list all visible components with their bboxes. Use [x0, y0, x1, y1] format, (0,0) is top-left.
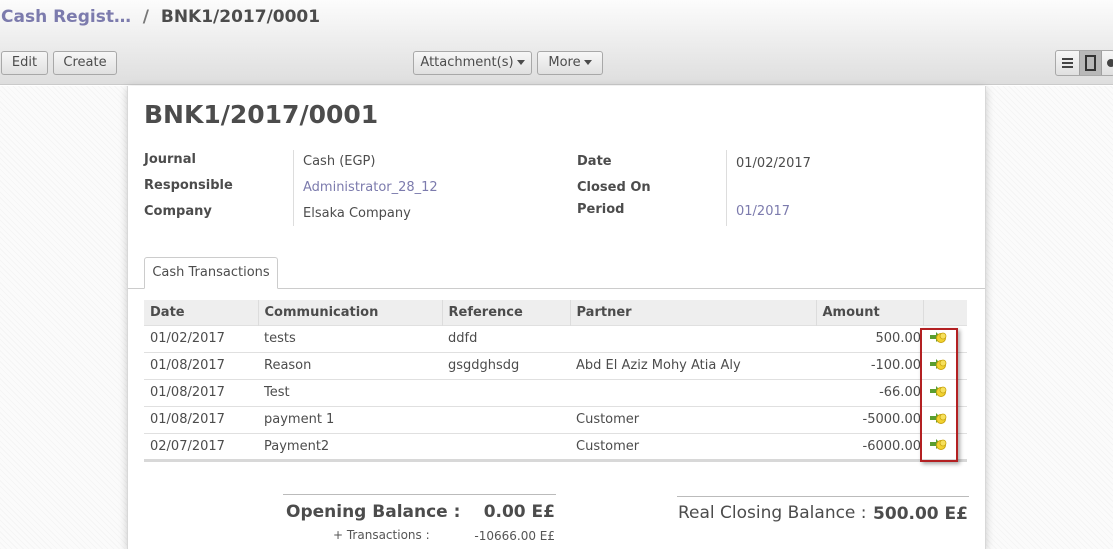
breadcrumb-parent-link[interactable]: Cash Regist… — [1, 7, 131, 27]
view-switcher — [1055, 50, 1113, 76]
transactions-value: -10666.00 E£ — [474, 529, 555, 543]
tab-cash-transactions[interactable]: Cash Transactions — [144, 257, 278, 289]
opening-balance-label: Opening Balance : — [286, 502, 461, 522]
cell-amount: -5000.00 — [816, 405, 923, 433]
cell-reference — [442, 378, 570, 406]
opening-balance-value: 0.00 E£ — [483, 502, 555, 522]
caret-down-icon — [516, 60, 525, 65]
column-header-reference[interactable]: Reference — [442, 300, 571, 325]
cell-date: 01/02/2017 — [144, 324, 258, 352]
table-header-row: Date Communication Reference Partner Amo… — [144, 300, 967, 325]
column-header-partner[interactable]: Partner — [570, 300, 817, 325]
cell-partner: Customer — [570, 432, 816, 462]
more-button[interactable]: More — [537, 51, 603, 75]
highlight-box — [920, 328, 958, 462]
responsible-link[interactable]: Administrator_28_12 — [303, 180, 438, 195]
content-area: BNK1/2017/0001 Journal Responsible Compa… — [0, 86, 1113, 549]
cell-partner — [570, 378, 816, 406]
column-header-amount[interactable]: Amount — [816, 300, 924, 325]
closed-on-label: Closed On — [577, 180, 651, 195]
column-header-action — [923, 300, 967, 325]
real-closing-balance-label: Real Closing Balance : — [678, 503, 867, 523]
cell-partner: Customer — [570, 405, 816, 433]
column-header-communication[interactable]: Communication — [258, 300, 443, 325]
form-view-icon[interactable] — [1079, 51, 1102, 75]
cell-date: 02/07/2017 — [144, 432, 258, 462]
attachments-label: Attachment(s) — [420, 55, 514, 70]
record-title: BNK1/2017/0001 — [144, 100, 379, 129]
cell-communication: payment 1 — [258, 405, 442, 433]
list-view-icon[interactable] — [1056, 51, 1079, 75]
period-label: Period — [577, 202, 625, 217]
cell-partner: Abd El Aziz Mohy Atia Aly — [570, 351, 816, 379]
third-view-icon[interactable] — [1102, 51, 1113, 75]
cell-date: 01/08/2017 — [144, 351, 258, 379]
cell-communication: tests — [258, 324, 442, 352]
date-label: Date — [577, 154, 612, 169]
opening-balance-rule — [283, 494, 556, 495]
more-label: More — [548, 55, 581, 70]
table-row[interactable]: 01/08/2017 Test -66.00 — [144, 378, 967, 406]
column-header-date[interactable]: Date — [144, 300, 259, 325]
caret-down-icon — [583, 60, 592, 65]
transactions-label: + Transactions : — [333, 528, 430, 542]
field-divider — [726, 150, 727, 226]
control-panel: Cash Regist… / BNK1/2017/0001 Edit Creat… — [0, 0, 1113, 85]
cell-partner — [570, 324, 816, 352]
attachments-button[interactable]: Attachment(s) — [413, 51, 532, 75]
table-row[interactable]: 01/08/2017 Reason gsgdghsdg Abd El Aziz … — [144, 351, 967, 379]
cash-transactions-table: Date Communication Reference Partner Amo… — [144, 300, 967, 462]
real-closing-balance-value: 500.00 E£ — [873, 504, 968, 524]
breadcrumb: Cash Regist… / BNK1/2017/0001 — [1, 7, 320, 27]
table-row[interactable]: 01/08/2017 payment 1 Customer -5000.00 — [144, 405, 967, 433]
cell-amount: -6000.00 — [816, 432, 923, 462]
cell-reference — [442, 432, 570, 462]
cell-communication: Test — [258, 378, 442, 406]
cell-reference: gsgdghsdg — [442, 351, 570, 379]
create-button[interactable]: Create — [53, 51, 117, 75]
closing-balance-rule — [677, 496, 969, 497]
company-label: Company — [144, 204, 212, 219]
cell-amount: 500.00 — [816, 324, 923, 352]
company-value: Elsaka Company — [303, 206, 411, 221]
cell-amount: -66.00 — [816, 378, 923, 406]
responsible-label: Responsible — [144, 178, 233, 193]
field-divider — [293, 150, 294, 226]
cell-reference: ddfd — [442, 324, 570, 352]
breadcrumb-separator: / — [142, 7, 150, 27]
cell-date: 01/08/2017 — [144, 378, 258, 406]
cell-reference — [442, 405, 570, 433]
cell-communication: Payment2 — [258, 432, 442, 462]
cell-amount: -100.00 — [816, 351, 923, 379]
date-value: 01/02/2017 — [736, 156, 811, 171]
cell-date: 01/08/2017 — [144, 405, 258, 433]
edit-button[interactable]: Edit — [1, 51, 48, 75]
journal-value: Cash (EGP) — [303, 154, 376, 169]
cell-communication: Reason — [258, 351, 442, 379]
journal-label: Journal — [144, 152, 196, 167]
form-sheet: BNK1/2017/0001 Journal Responsible Compa… — [127, 86, 986, 549]
breadcrumb-current: BNK1/2017/0001 — [160, 7, 321, 27]
table-row[interactable]: 01/02/2017 tests ddfd 500.00 — [144, 324, 967, 352]
period-link[interactable]: 01/2017 — [736, 204, 790, 219]
table-row[interactable]: 02/07/2017 Payment2 Customer -6000.00 — [144, 432, 967, 462]
